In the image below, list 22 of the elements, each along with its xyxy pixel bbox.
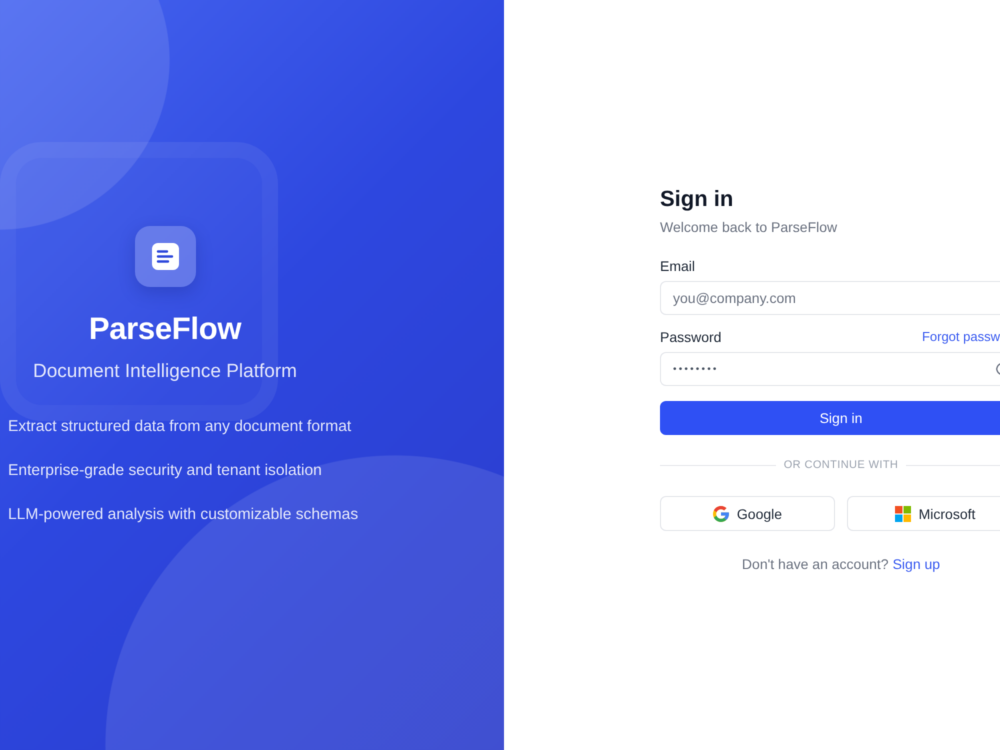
feature-text: Enterprise-grade security and tenant isolation [8, 461, 322, 481]
feature-text: LLM-powered analysis with customizable schemas [8, 505, 358, 525]
divider-text: OR CONTINUE WITH [782, 458, 900, 473]
tagline: Document Intelligence Platform [32, 360, 297, 384]
forgot-password-link[interactable]: Forgot passw [922, 327, 1000, 347]
password-label: Password [660, 328, 722, 347]
email-field[interactable]: you@company.com [660, 281, 1000, 315]
social-login-button[interactable]: Microsoft [847, 496, 1000, 531]
signup-prompt: Don't have an account? [742, 555, 889, 574]
social-login-button[interactable]: Google [660, 496, 835, 531]
email-label: Email [660, 257, 696, 276]
app-name: ParseFlow [88, 310, 242, 348]
password-field[interactable]: •••••••• [660, 352, 1000, 386]
form-title: Sign in [660, 185, 734, 213]
form-subtitle: Welcome back to ParseFlow [660, 218, 838, 237]
microsoft-logo-icon [894, 506, 911, 522]
document-icon [134, 226, 196, 287]
google-logo-icon [712, 506, 729, 522]
eye-icon[interactable] [996, 363, 1000, 375]
feature-text: Extract structured data from any document format [8, 417, 352, 437]
sign-in-button[interactable]: Sign in [660, 401, 1000, 435]
sign-up-link[interactable]: Sign up [892, 554, 940, 574]
